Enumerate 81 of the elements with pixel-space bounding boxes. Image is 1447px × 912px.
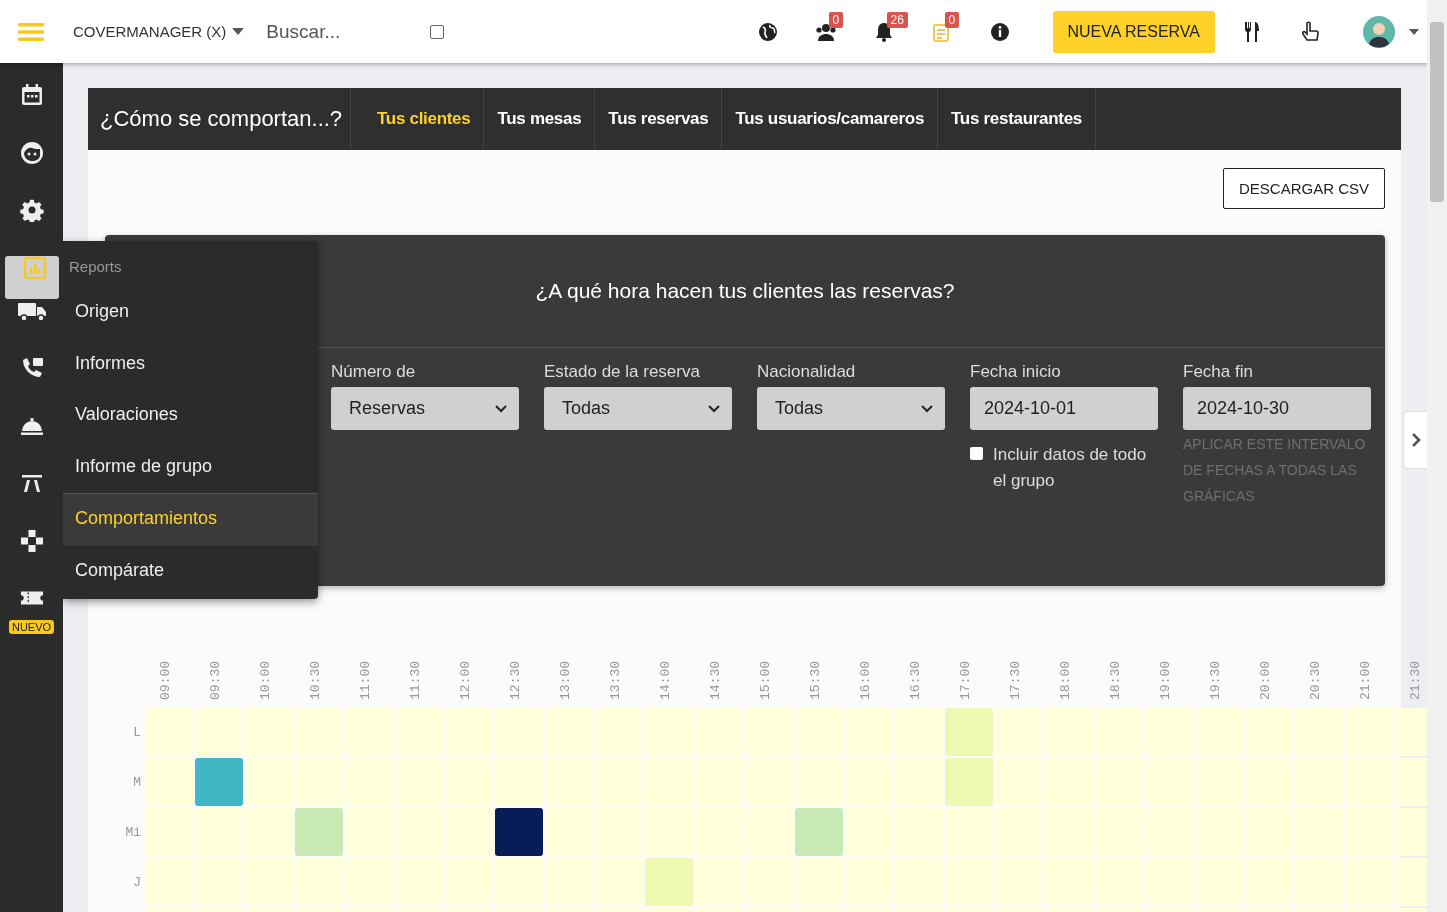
account-dropdown[interactable]: COVERMANAGER (X) xyxy=(73,23,245,40)
field-label: Fecha inicio xyxy=(970,362,1062,382)
download-csv-button[interactable]: DESCARGAR CSV xyxy=(1222,168,1385,209)
time-label: 15:00 xyxy=(758,661,773,700)
time-label: 13:30 xyxy=(608,661,623,700)
new-reservation-button[interactable]: NUEVA RESERVA xyxy=(1052,10,1215,53)
count-badge: 0 xyxy=(828,11,844,28)
time-label: 13:00 xyxy=(558,661,573,700)
time-label: 18:30 xyxy=(1108,661,1123,700)
tab[interactable]: Tus usuarios/camareros xyxy=(722,88,939,150)
caret-icon[interactable] xyxy=(1409,28,1419,35)
field-label: Estado de la reserva xyxy=(544,362,701,382)
menu-item[interactable]: Valoraciones xyxy=(63,390,318,442)
menu-item[interactable]: Compárate xyxy=(63,545,318,597)
field-label: Nacionalidad xyxy=(757,362,857,382)
chevron-down-icon[interactable] xyxy=(495,404,507,413)
page-title: ¿Cómo se comportan...? xyxy=(88,88,351,150)
time-label: 18:00 xyxy=(1058,661,1073,700)
date-field[interactable]: 2024-10-01 xyxy=(970,387,1158,430)
tab[interactable]: Tus reservas xyxy=(595,88,723,150)
time-label: 09:00 xyxy=(158,661,173,700)
menu-item[interactable]: Comportamientos xyxy=(63,493,318,546)
select-field[interactable]: Reservas xyxy=(331,387,519,430)
time-label: 15:30 xyxy=(808,661,823,700)
checkbox[interactable] xyxy=(430,24,445,39)
time-label: 17:30 xyxy=(1008,661,1023,700)
time-label: 14:30 xyxy=(708,661,723,700)
globe-icon[interactable] xyxy=(756,21,779,42)
date-field[interactable]: 2024-10-30 xyxy=(1183,387,1371,430)
field-label: Número de xyxy=(331,362,417,382)
day-label: J xyxy=(133,874,141,890)
count-badge: 26 xyxy=(886,11,908,28)
time-label: 19:30 xyxy=(1208,661,1223,700)
day-label: M xyxy=(133,774,141,790)
tab[interactable]: Tus restaurantes xyxy=(938,88,1096,150)
time-label: 16:30 xyxy=(908,661,923,700)
next-button[interactable] xyxy=(1403,411,1427,469)
hand-pointer-icon[interactable] xyxy=(1300,20,1320,43)
bar-chart-icon[interactable] xyxy=(22,255,47,280)
time-label: 10:00 xyxy=(258,661,273,700)
select-field[interactable]: Todas xyxy=(757,387,945,430)
day-label: Mi xyxy=(125,824,141,840)
menu-item[interactable]: Informe de grupo xyxy=(63,441,318,493)
puzzle-icon[interactable] xyxy=(19,528,44,553)
caret-icon[interactable] xyxy=(232,28,245,35)
settings-icon[interactable] xyxy=(19,198,44,222)
time-label: 14:00 xyxy=(658,661,673,700)
panel-title: ¿A qué hora hacen tus clientes las reservas? xyxy=(535,279,955,303)
chevron-down-icon[interactable] xyxy=(708,404,720,413)
info-icon[interactable] xyxy=(988,21,1011,42)
checkbox-label: Incluir datos de todo el grupo xyxy=(993,444,1148,492)
calendar-icon[interactable] xyxy=(19,83,44,107)
time-label: 21:00 xyxy=(1358,661,1373,700)
time-label: 17:00 xyxy=(958,661,973,700)
chevron-down-icon[interactable] xyxy=(921,404,933,413)
menu-item[interactable]: Origen xyxy=(63,287,318,339)
scrollbar[interactable] xyxy=(1427,0,1447,912)
face-icon[interactable] xyxy=(19,140,44,165)
checkbox[interactable] xyxy=(970,447,983,460)
avatar-icon[interactable] xyxy=(1363,15,1395,48)
tab[interactable]: Tus mesas xyxy=(484,88,596,150)
time-label: 20:00 xyxy=(1258,661,1273,700)
day-label: L xyxy=(133,724,141,740)
chevron-right-icon[interactable] xyxy=(1410,433,1421,447)
time-label: 11:30 xyxy=(408,661,423,700)
time-label: 12:00 xyxy=(458,661,473,700)
select-field[interactable]: Todas xyxy=(544,387,732,430)
count-badge: 0 xyxy=(944,11,960,28)
time-label: 20:30 xyxy=(1308,661,1323,700)
time-label: 16:00 xyxy=(858,661,873,700)
time-label: 11:00 xyxy=(358,661,373,700)
time-label: 19:00 xyxy=(1158,661,1173,700)
time-label: 10:30 xyxy=(308,661,323,700)
field-label: Fecha fin xyxy=(1183,362,1254,382)
menu-item[interactable]: Informes xyxy=(63,338,318,390)
new-badge: NUEVO xyxy=(8,620,55,634)
time-label: 09:30 xyxy=(208,661,223,700)
menu-title: Reports xyxy=(68,257,123,277)
time-label: 21:30 xyxy=(1408,661,1423,700)
tab[interactable]: Tus clientes xyxy=(351,88,485,150)
time-label: 12:30 xyxy=(508,661,523,700)
